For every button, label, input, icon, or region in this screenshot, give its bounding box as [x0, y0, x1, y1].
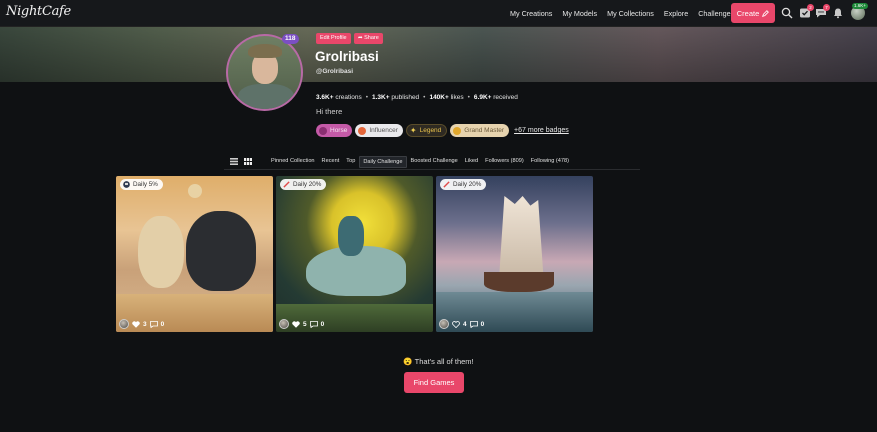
stat-likes: 140K+ likes	[429, 94, 464, 101]
creation-card[interactable]: Daily 5% 3 0	[116, 176, 273, 332]
sparkle-icon: ✦	[409, 125, 417, 135]
challenge-chip: Daily 20%	[280, 179, 327, 190]
tab-top[interactable]: Top	[343, 156, 358, 168]
creator-avatar[interactable]	[439, 319, 449, 329]
nav-my-creations[interactable]: My Creations	[510, 9, 552, 18]
tab-followers[interactable]: Followers (809)	[482, 156, 527, 168]
find-games-button[interactable]: Find Games	[404, 372, 464, 393]
heart-icon[interactable]	[292, 320, 300, 328]
brush-icon	[283, 181, 290, 188]
comment-count: 0	[160, 320, 165, 328]
creation-card[interactable]: Daily 20% 4 0	[436, 176, 593, 332]
heart-icon[interactable]	[132, 320, 140, 328]
comment-icon[interactable]	[149, 320, 158, 328]
user-level-badge: 1.6K+	[852, 3, 868, 9]
edit-profile-button[interactable]: Edit Profile	[316, 33, 351, 44]
card-art-shape	[188, 184, 202, 198]
tasks-count-badge: 2	[807, 4, 814, 11]
profile-tabs-bar: Pinned Collection Recent Top Daily Chall…	[224, 155, 640, 170]
search-icon[interactable]	[781, 7, 793, 19]
create-button-label: Create	[736, 8, 760, 18]
profile-badges: Horse Influencer ✦ Legend Grand Master +…	[316, 124, 569, 137]
share-button-label: Share	[364, 35, 379, 41]
comment-count: 0	[480, 320, 485, 328]
badge-influencer[interactable]: Influencer	[355, 124, 403, 137]
stat-creations: 3.6K+ creations	[316, 94, 362, 101]
create-button[interactable]: Create	[731, 3, 775, 23]
trophy-icon	[123, 181, 130, 188]
list-view-icon[interactable]	[230, 158, 238, 165]
stat-separator: •	[423, 94, 426, 101]
tab-recent[interactable]: Recent	[319, 156, 343, 168]
stat-published: 1.3K+ published	[372, 94, 420, 101]
bell-icon[interactable]	[832, 7, 844, 19]
stat-separator: •	[365, 94, 368, 101]
card-footer: 5 0	[279, 319, 324, 329]
nav-my-models[interactable]: My Models	[562, 9, 597, 18]
comment-icon[interactable]	[469, 320, 478, 328]
profile-bio: Hi there	[316, 107, 343, 116]
card-art-shape	[138, 216, 184, 288]
badge-grand-master[interactable]: Grand Master	[450, 124, 510, 137]
creator-avatar[interactable]	[279, 319, 289, 329]
nightcafe-logo[interactable]: NightCafe	[6, 4, 71, 19]
creation-card[interactable]: Daily 20% 5 0	[276, 176, 433, 332]
badge-legend[interactable]: ✦ Legend	[405, 124, 448, 137]
more-badges-link[interactable]: +67 more badges	[514, 127, 569, 134]
nav-my-collections[interactable]: My Collections	[607, 9, 654, 18]
card-art-shape	[484, 272, 554, 292]
share-button[interactable]: ➦ Share	[354, 33, 383, 44]
card-art-shape	[499, 196, 544, 276]
card-footer: 4 0	[439, 319, 484, 329]
nav-explore[interactable]: Explore	[664, 9, 688, 18]
grid-view-icon[interactable]	[244, 158, 252, 165]
avatar-hat-shape	[248, 44, 282, 58]
profile-tabs: Pinned Collection Recent Top Daily Chall…	[268, 156, 573, 168]
heart-outline-icon[interactable]	[452, 320, 460, 328]
card-art-shape	[338, 216, 364, 256]
card-art-shape	[186, 211, 256, 291]
profile-avatar[interactable]	[226, 34, 303, 111]
tab-following[interactable]: Following (478)	[528, 156, 572, 168]
brush-icon	[443, 181, 450, 188]
challenge-chip: Daily 5%	[120, 179, 163, 190]
profile-level-badge: 118	[282, 34, 299, 44]
tab-daily-challenge[interactable]: Daily Challenge	[359, 156, 407, 168]
profile-handle: @Grolribasi	[316, 68, 354, 75]
influencer-icon	[358, 126, 367, 135]
like-count: 4	[463, 320, 467, 328]
nav-challenges[interactable]: Challenges	[698, 9, 734, 18]
heart-hands-icon	[453, 126, 462, 135]
hushed-face-icon: 😮	[403, 357, 415, 366]
main-nav-links: My Creations My Models My Collections Ex…	[510, 0, 744, 27]
like-count: 3	[143, 320, 147, 328]
profile-banner	[0, 27, 877, 82]
stat-received: 6.9K+ received	[473, 94, 518, 101]
messages-count-badge: 7	[823, 4, 830, 11]
badge-horse[interactable]: Horse	[316, 124, 353, 137]
top-navbar: NightCafe My Creations My Models My Coll…	[0, 0, 877, 27]
comment-icon[interactable]	[309, 320, 318, 328]
end-of-list-message: 😮 That's all of them!	[403, 357, 474, 366]
like-count: 5	[303, 320, 307, 328]
creator-avatar[interactable]	[119, 319, 129, 329]
profile-name: Grolribasi	[315, 49, 379, 64]
comment-count: 0	[320, 320, 325, 328]
tab-pinned-collection[interactable]: Pinned Collection	[268, 156, 318, 168]
horse-icon	[319, 126, 327, 135]
tab-liked[interactable]: Liked	[462, 156, 481, 168]
profile-stats: 3.6K+ creations • 1.3K+ published • 140K…	[316, 94, 518, 101]
tab-boosted-challenge[interactable]: Boosted Challenge	[408, 156, 461, 168]
avatar-jacket-shape	[238, 84, 294, 109]
card-footer: 3 0	[119, 319, 164, 329]
challenge-chip: Daily 20%	[440, 179, 487, 190]
stat-separator: •	[467, 94, 470, 101]
pencil-icon	[762, 9, 770, 17]
